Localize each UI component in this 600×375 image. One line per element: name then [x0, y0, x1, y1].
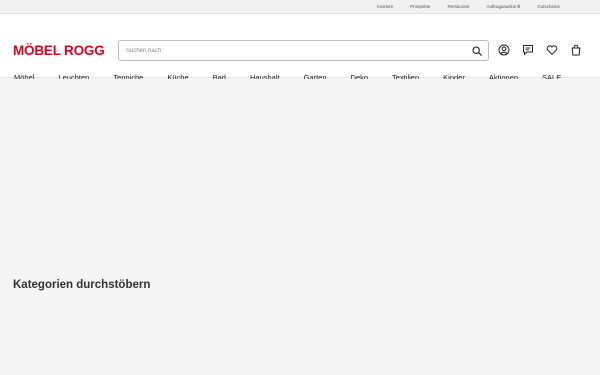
- search-icon[interactable]: [466, 41, 488, 60]
- shopping-bag-icon[interactable]: [564, 43, 588, 57]
- search-bar: [118, 40, 489, 61]
- chat-icon[interactable]: [516, 43, 540, 57]
- topbar-link-auftragsauskunft[interactable]: Auftragsauskunft: [486, 0, 520, 14]
- site-header: MÖBEL ROGG Möbel Leuchten Teppiche Küche…: [0, 14, 600, 82]
- topbar-link-prospekte[interactable]: Prospekte: [410, 0, 430, 14]
- header-actions: [492, 43, 588, 57]
- topbar-link-karriere[interactable]: Karriere: [377, 0, 393, 14]
- section-title: Kategorien durchstöbern: [13, 279, 151, 291]
- main-content: [0, 79, 600, 375]
- account-icon[interactable]: [492, 43, 516, 57]
- heart-icon[interactable]: [540, 43, 564, 57]
- top-utility-bar: Karriere Prospekte Restaurant Auftragsau…: [0, 0, 600, 14]
- search-input[interactable]: [119, 41, 466, 60]
- topbar-link-restaurant[interactable]: Restaurant: [447, 0, 469, 14]
- topbar-link-gutscheine[interactable]: Gutscheine: [537, 0, 560, 14]
- brand-logo[interactable]: MÖBEL ROGG: [13, 43, 105, 58]
